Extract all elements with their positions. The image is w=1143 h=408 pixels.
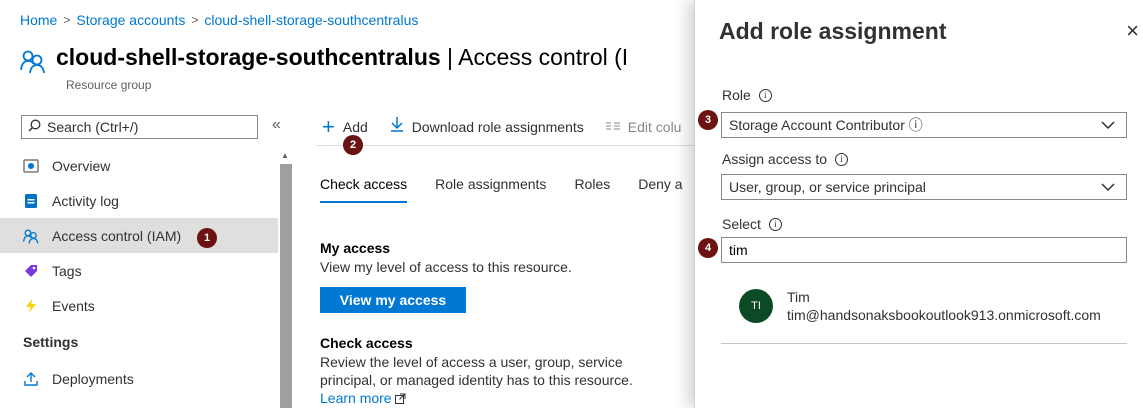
search-input[interactable]: Search (Ctrl+/) <box>21 115 258 139</box>
breadcrumb-home[interactable]: Home <box>20 12 57 28</box>
collapse-sidebar-button[interactable]: « <box>272 116 281 134</box>
step-badge-4: 4 <box>698 238 718 258</box>
check-access-section: Check access Review the level of access … <box>320 335 633 408</box>
info-icon[interactable]: i <box>768 217 782 231</box>
check-access-text-1: Review the level of access a user, group… <box>320 354 623 370</box>
step-badge-1: 1 <box>197 228 217 248</box>
role-label: Role i <box>722 87 772 103</box>
assign-access-value: User, group, or service principal <box>729 179 926 195</box>
select-label-text: Select <box>722 216 761 232</box>
role-dropdown[interactable]: Storage Account Contributor ⓘ <box>721 112 1127 138</box>
step-badge-3: 3 <box>698 110 718 130</box>
chevron-down-icon <box>1100 118 1116 135</box>
breadcrumb-separator: > <box>63 13 71 27</box>
upload-icon <box>23 371 39 387</box>
my-access-text: View my level of access to this resource… <box>320 259 572 275</box>
assign-access-label: Assign access to i <box>722 151 849 167</box>
plus-icon: + <box>322 113 335 139</box>
sidebar-scrollbar[interactable]: ▲ <box>278 148 292 408</box>
download-role-assignments-button[interactable]: Download role assignments <box>390 116 584 137</box>
info-icon[interactable]: i <box>835 152 849 166</box>
external-link-icon <box>395 390 406 408</box>
columns-icon <box>605 119 620 135</box>
breadcrumb-separator: > <box>191 13 199 27</box>
sidebar-item-access-control[interactable]: Access control (IAM) <box>0 218 278 253</box>
sidebar-item-activity-log[interactable]: Activity log <box>0 183 278 218</box>
search-placeholder: Search (Ctrl+/) <box>47 119 139 135</box>
chevron-down-icon <box>1100 180 1116 197</box>
panel-title: Add role assignment <box>719 18 947 44</box>
check-access-text-2: principal, or managed identity has to th… <box>320 372 633 388</box>
tab-check-access[interactable]: Check access <box>320 176 408 203</box>
my-access-section: My access View my level of access to thi… <box>320 240 572 276</box>
info-icon[interactable]: i <box>758 88 772 102</box>
user-result-item[interactable]: TI Tim tim@handsonaksbookoutlook913.onmi… <box>739 288 1101 324</box>
toolbar-divider <box>316 145 696 146</box>
lightning-icon <box>23 298 39 314</box>
tab-deny-assignments[interactable]: Deny a <box>638 176 682 203</box>
breadcrumb: Home > Storage accounts > cloud-shell-st… <box>20 12 418 28</box>
close-icon[interactable]: × <box>1126 18 1139 44</box>
page-header: cloud-shell-storage-southcentralus | Acc… <box>20 44 628 74</box>
breadcrumb-resource[interactable]: cloud-shell-storage-southcentralus <box>204 12 418 28</box>
assign-access-dropdown[interactable]: User, group, or service principal <box>721 174 1127 200</box>
add-button[interactable]: + Add <box>322 113 368 139</box>
role-dropdown-value: Storage Account Contributor ⓘ <box>729 117 923 133</box>
my-access-heading: My access <box>320 240 391 256</box>
user-email: tim@handsonaksbookoutlook913.onmicrosoft… <box>787 307 1101 323</box>
check-access-heading: Check access <box>320 335 413 351</box>
people-icon <box>23 228 39 244</box>
select-label: Select i <box>722 216 782 232</box>
add-button-label: Add <box>342 118 368 135</box>
tag-icon <box>23 263 39 279</box>
sidebar-item-events[interactable]: Events <box>0 288 278 323</box>
overview-icon <box>23 158 39 174</box>
sidebar-item-deployments[interactable]: Deployments <box>0 361 278 396</box>
activity-log-icon <box>23 193 39 209</box>
edit-columns-label: Edit colu <box>627 118 682 135</box>
learn-more-link[interactable]: Learn more <box>320 390 392 406</box>
download-button-label: Download role assignments <box>411 118 584 135</box>
sidebar-item-label: Events <box>52 297 95 314</box>
search-icon <box>28 119 41 135</box>
breadcrumb-storage-accounts[interactable]: Storage accounts <box>76 12 185 28</box>
avatar: TI <box>739 289 773 323</box>
sidebar-nav: Overview Activity log Access control (IA… <box>0 148 278 396</box>
page-subtitle: Resource group <box>66 78 152 92</box>
scroll-up-icon[interactable]: ▲ <box>278 148 292 162</box>
panel-divider <box>721 343 1127 344</box>
sidebar-item-label: Activity log <box>52 192 119 209</box>
tab-bar: Check access Role assignments Roles Deny… <box>320 176 683 203</box>
download-icon <box>390 116 404 137</box>
tab-role-assignments[interactable]: Role assignments <box>435 176 546 203</box>
scroll-thumb[interactable] <box>280 164 292 408</box>
tab-roles[interactable]: Roles <box>574 176 610 203</box>
assign-access-label-text: Assign access to <box>722 151 828 167</box>
sidebar-item-overview[interactable]: Overview <box>0 148 278 183</box>
user-result-text: Tim tim@handsonaksbookoutlook913.onmicro… <box>787 288 1101 324</box>
sidebar-item-label: Tags <box>52 262 82 279</box>
sidebar-item-tags[interactable]: Tags <box>0 253 278 288</box>
toolbar: + Add Download role assignments Edit col… <box>322 113 682 139</box>
step-badge-2: 2 <box>343 135 363 155</box>
people-icon <box>20 48 46 74</box>
page-title: cloud-shell-storage-southcentralus | Acc… <box>56 44 629 70</box>
role-label-text: Role <box>722 87 751 103</box>
sidebar-item-label: Deployments <box>52 370 134 387</box>
sidebar-section-settings: Settings <box>23 334 79 350</box>
edit-columns-button[interactable]: Edit colu <box>605 118 682 135</box>
view-my-access-button[interactable]: View my access <box>320 287 466 313</box>
sidebar-item-label: Access control (IAM) <box>52 227 182 244</box>
sidebar-item-label: Overview <box>52 157 111 174</box>
select-search-input[interactable]: tim <box>721 237 1127 263</box>
add-role-assignment-panel: Add role assignment × Role i Storage Acc… <box>694 0 1143 408</box>
user-name: Tim <box>787 289 810 305</box>
